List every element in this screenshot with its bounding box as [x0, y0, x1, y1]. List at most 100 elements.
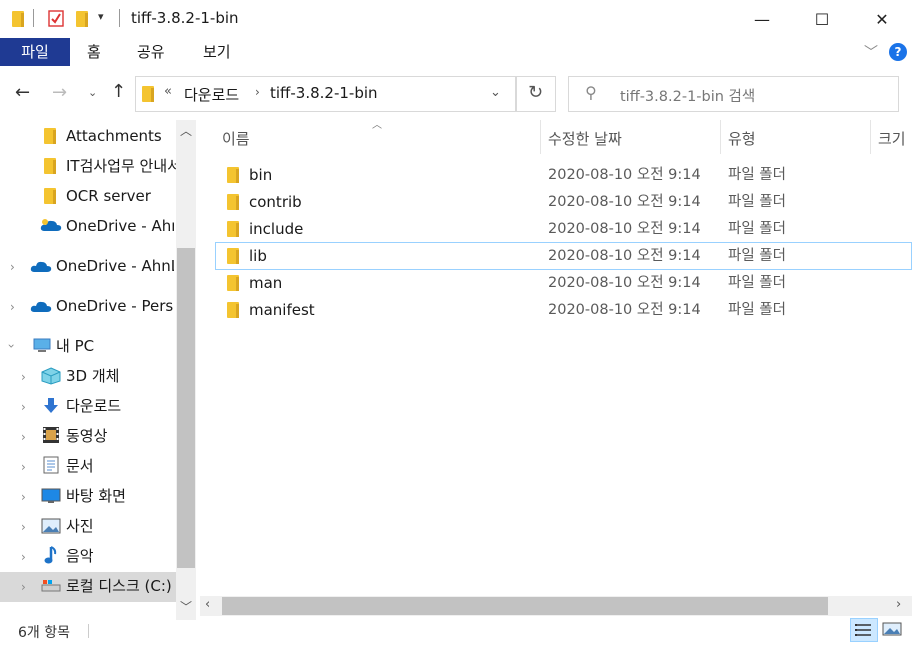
- help-icon[interactable]: ?: [889, 43, 907, 61]
- forward-arrow-icon[interactable]: →: [52, 82, 67, 103]
- scroll-up-chevron-icon[interactable]: ︿: [180, 122, 192, 139]
- address-bar[interactable]: « 다운로드 › tiff-3.8.2-1-bin ⌄: [135, 76, 516, 112]
- column-header-name[interactable]: 이름: [222, 128, 250, 150]
- nav-item-documents[interactable]: 문서: [66, 452, 174, 480]
- title-bar: ▾ tiff-3.8.2-1-bin — ☐ ✕: [0, 0, 912, 38]
- expand-chevron-icon[interactable]: ›: [21, 430, 26, 444]
- file-date: 2020-08-10 오전 9:14: [548, 248, 701, 264]
- column-header-type[interactable]: 유형: [728, 128, 756, 150]
- horizontal-scroll-thumb[interactable]: [222, 597, 828, 615]
- back-arrow-icon[interactable]: ←: [15, 82, 30, 103]
- details-view-icon: [855, 624, 871, 636]
- expand-chevron-icon[interactable]: ›: [21, 520, 26, 534]
- file-row-selected[interactable]: lib 2020-08-10 오전 9:14 파일 폴더: [215, 242, 912, 270]
- large-icons-view-icon: [882, 622, 902, 636]
- expand-chevron-icon[interactable]: ›: [21, 460, 26, 474]
- search-box[interactable]: ⚲ tiff-3.8.2-1-bin 검색: [568, 76, 899, 112]
- file-type: 파일 폴더: [728, 248, 786, 264]
- nav-item-pictures[interactable]: 사진: [66, 512, 174, 540]
- tab-share[interactable]: 공유: [137, 38, 165, 66]
- recent-locations-chevron-icon[interactable]: ⌄: [88, 86, 97, 99]
- nav-vertical-scrollbar[interactable]: ︿ ﹀: [176, 120, 196, 620]
- expand-chevron-icon[interactable]: ›: [10, 260, 15, 274]
- scroll-down-chevron-icon[interactable]: ﹀: [180, 598, 192, 615]
- expand-chevron-icon[interactable]: ›: [10, 300, 15, 314]
- column-divider[interactable]: [540, 120, 541, 154]
- tab-file[interactable]: 파일: [0, 38, 70, 66]
- tab-home[interactable]: 홈: [87, 38, 101, 66]
- navigation-pane: Attachments IT검사업무 안내서 OCR server OneDri…: [0, 120, 198, 616]
- nav-item-videos[interactable]: 동영상: [66, 422, 174, 450]
- column-divider[interactable]: [720, 120, 721, 154]
- item-count: 6개 항목: [18, 625, 70, 641]
- file-date: 2020-08-10 오전 9:14: [548, 221, 701, 237]
- scroll-right-chevron-icon[interactable]: ›: [896, 597, 901, 612]
- nav-item-downloads[interactable]: 다운로드: [66, 392, 174, 420]
- column-header-size[interactable]: 크기: [878, 128, 906, 150]
- folder-icon: [44, 128, 56, 144]
- nav-item-local-disk-c[interactable]: 로컬 디스크 (C:): [66, 572, 176, 600]
- new-folder-icon[interactable]: [76, 11, 88, 27]
- expand-chevron-icon[interactable]: ›: [21, 400, 26, 414]
- nav-item-my-pc[interactable]: 내 PC: [56, 332, 174, 360]
- refresh-button[interactable]: ↻: [516, 76, 556, 112]
- close-button[interactable]: ✕: [852, 0, 912, 38]
- search-icon: ⚲: [585, 83, 597, 102]
- nav-item-3d-objects[interactable]: 3D 개체: [66, 362, 174, 390]
- tab-view[interactable]: 보기: [203, 38, 231, 66]
- file-row[interactable]: man 2020-08-10 오전 9:14 파일 폴더: [215, 270, 912, 296]
- nav-item-music[interactable]: 음악: [66, 542, 174, 570]
- address-row: ← → ⌄ ↑ « 다운로드 › tiff-3.8.2-1-bin ⌄ ↻ ⚲ …: [0, 70, 912, 120]
- folder-icon: [227, 221, 239, 237]
- file-type: 파일 폴더: [728, 302, 786, 318]
- scroll-left-chevron-icon[interactable]: ‹: [205, 597, 210, 612]
- nav-scroll-thumb[interactable]: [177, 248, 195, 568]
- breadcrumb-current[interactable]: tiff-3.8.2-1-bin: [270, 84, 378, 102]
- file-row[interactable]: include 2020-08-10 오전 9:14 파일 폴더: [215, 216, 912, 242]
- file-row[interactable]: contrib 2020-08-10 오전 9:14 파일 폴더: [215, 189, 912, 215]
- toolbar-separator: [33, 9, 34, 27]
- breadcrumb-overflow[interactable]: «: [164, 84, 172, 99]
- nav-item-onedrive-ahnlab[interactable]: OneDrive - AhnLab: [56, 252, 174, 280]
- collapse-chevron-icon[interactable]: ›: [4, 344, 18, 349]
- nav-item-ocr-server[interactable]: OCR server: [66, 182, 174, 210]
- file-name: lib: [249, 247, 267, 265]
- breadcrumb-downloads[interactable]: 다운로드: [184, 84, 239, 105]
- breadcrumb-separator-icon: ›: [255, 85, 260, 99]
- expand-chevron-icon[interactable]: ›: [21, 580, 26, 594]
- maximize-button[interactable]: ☐: [792, 0, 852, 38]
- nav-item-onedrive-personal[interactable]: OneDrive - Personal: [56, 292, 174, 320]
- search-input[interactable]: tiff-3.8.2-1-bin 검색: [620, 85, 755, 106]
- expand-chevron-icon[interactable]: ›: [21, 550, 26, 564]
- file-name: manifest: [249, 301, 315, 319]
- address-history-chevron-icon[interactable]: ⌄: [490, 85, 501, 100]
- quick-access-dropdown-icon[interactable]: ▾: [98, 10, 104, 23]
- file-row[interactable]: bin 2020-08-10 오전 9:14 파일 폴더: [215, 162, 912, 188]
- file-list-horizontal-scrollbar[interactable]: ‹ ›: [200, 596, 912, 616]
- folder-icon: [227, 167, 239, 183]
- large-icons-view-button[interactable]: [880, 618, 904, 642]
- folder-icon: [227, 302, 239, 318]
- nav-item-onedrive-ahn[interactable]: OneDrive - Ahn: [66, 212, 174, 240]
- onedrive-icon: [30, 299, 52, 317]
- onedrive-icon: [40, 218, 62, 236]
- properties-checkmark-icon[interactable]: [48, 10, 64, 27]
- nav-item-attachments[interactable]: Attachments: [66, 122, 174, 150]
- column-header-date[interactable]: 수정한 날짜: [548, 128, 622, 150]
- file-row[interactable]: manifest 2020-08-10 오전 9:14 파일 폴더: [215, 297, 912, 323]
- folder-icon: [227, 194, 239, 210]
- nav-item-desktop[interactable]: 바탕 화면: [66, 482, 174, 510]
- ribbon-expand-chevron-icon[interactable]: ﹀: [864, 42, 878, 62]
- column-divider[interactable]: [870, 120, 871, 154]
- expand-chevron-icon[interactable]: ›: [21, 370, 26, 384]
- window-title: tiff-3.8.2-1-bin: [131, 9, 239, 27]
- refresh-icon: ↻: [528, 82, 544, 103]
- file-date: 2020-08-10 오전 9:14: [548, 194, 701, 210]
- details-view-button[interactable]: [850, 618, 878, 642]
- minimize-button[interactable]: —: [732, 0, 792, 38]
- file-name: contrib: [249, 193, 302, 211]
- expand-chevron-icon[interactable]: ›: [21, 490, 26, 504]
- folder-icon: [44, 188, 56, 204]
- up-arrow-icon[interactable]: ↑: [111, 81, 126, 102]
- nav-item-it-guide[interactable]: IT검사업무 안내서: [66, 152, 176, 180]
